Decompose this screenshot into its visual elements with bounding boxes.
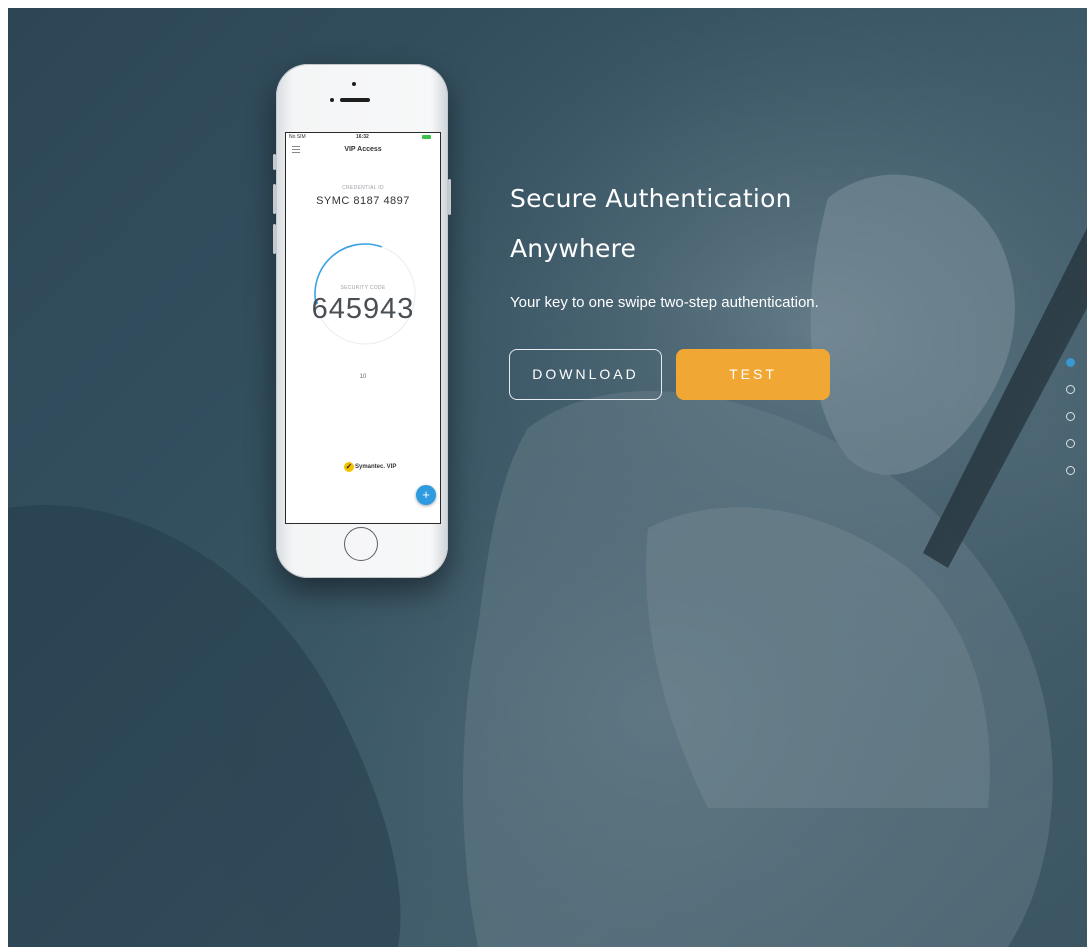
phone-screen: No SIM 16:32 VIP Access CREDENTIAL ID SY… <box>285 132 441 524</box>
security-code: 645943 <box>311 293 415 325</box>
phone-mute-switch <box>273 154 276 170</box>
phone-home-button <box>344 527 378 561</box>
status-time: 16:32 <box>356 134 369 140</box>
phone-mockup: No SIM 16:32 VIP Access CREDENTIAL ID SY… <box>273 64 451 578</box>
security-code-label: SECURITY CODE <box>340 285 386 291</box>
app-title: VIP Access <box>344 146 382 153</box>
checkmark-icon: ✓ <box>344 462 354 472</box>
credential-label: CREDENTIAL ID <box>342 185 384 191</box>
pager-dot-2[interactable] <box>1066 385 1075 394</box>
test-button[interactable]: TEST <box>676 349 830 400</box>
background-hand-photo <box>8 8 1087 947</box>
hero-title: Secure Authentication Anywhere <box>510 174 810 274</box>
phone-volume-down <box>273 224 276 254</box>
brand-text: Symantec. VIP <box>355 464 397 470</box>
pager-dot-5[interactable] <box>1066 466 1075 475</box>
app-header: VIP Access <box>286 143 440 159</box>
phone-power-button <box>448 179 451 215</box>
pager-dot-1[interactable] <box>1066 358 1075 367</box>
status-carrier: No SIM <box>289 134 306 140</box>
phone-volume-up <box>273 184 276 214</box>
hero-section: No SIM 16:32 VIP Access CREDENTIAL ID SY… <box>8 8 1087 947</box>
hero-title-line-2: Anywhere <box>510 234 637 263</box>
battery-icon <box>422 135 431 139</box>
hero-subtitle: Your key to one swipe two-step authentic… <box>510 294 819 311</box>
phone-sensor <box>330 98 334 102</box>
pager-dot-4[interactable] <box>1066 439 1075 448</box>
countdown-seconds: 10 <box>359 374 367 380</box>
hero-title-line-1: Secure Authentication <box>510 184 792 213</box>
pager-dot-3[interactable] <box>1066 412 1075 421</box>
phone-speaker <box>340 98 370 102</box>
status-bar: No SIM 16:32 <box>286 133 440 141</box>
download-button[interactable]: DOWNLOAD <box>509 349 662 400</box>
credential-id: SYMC 8187 4897 <box>316 195 410 207</box>
add-credential-button[interactable]: + <box>416 485 436 505</box>
phone-camera <box>352 82 356 86</box>
